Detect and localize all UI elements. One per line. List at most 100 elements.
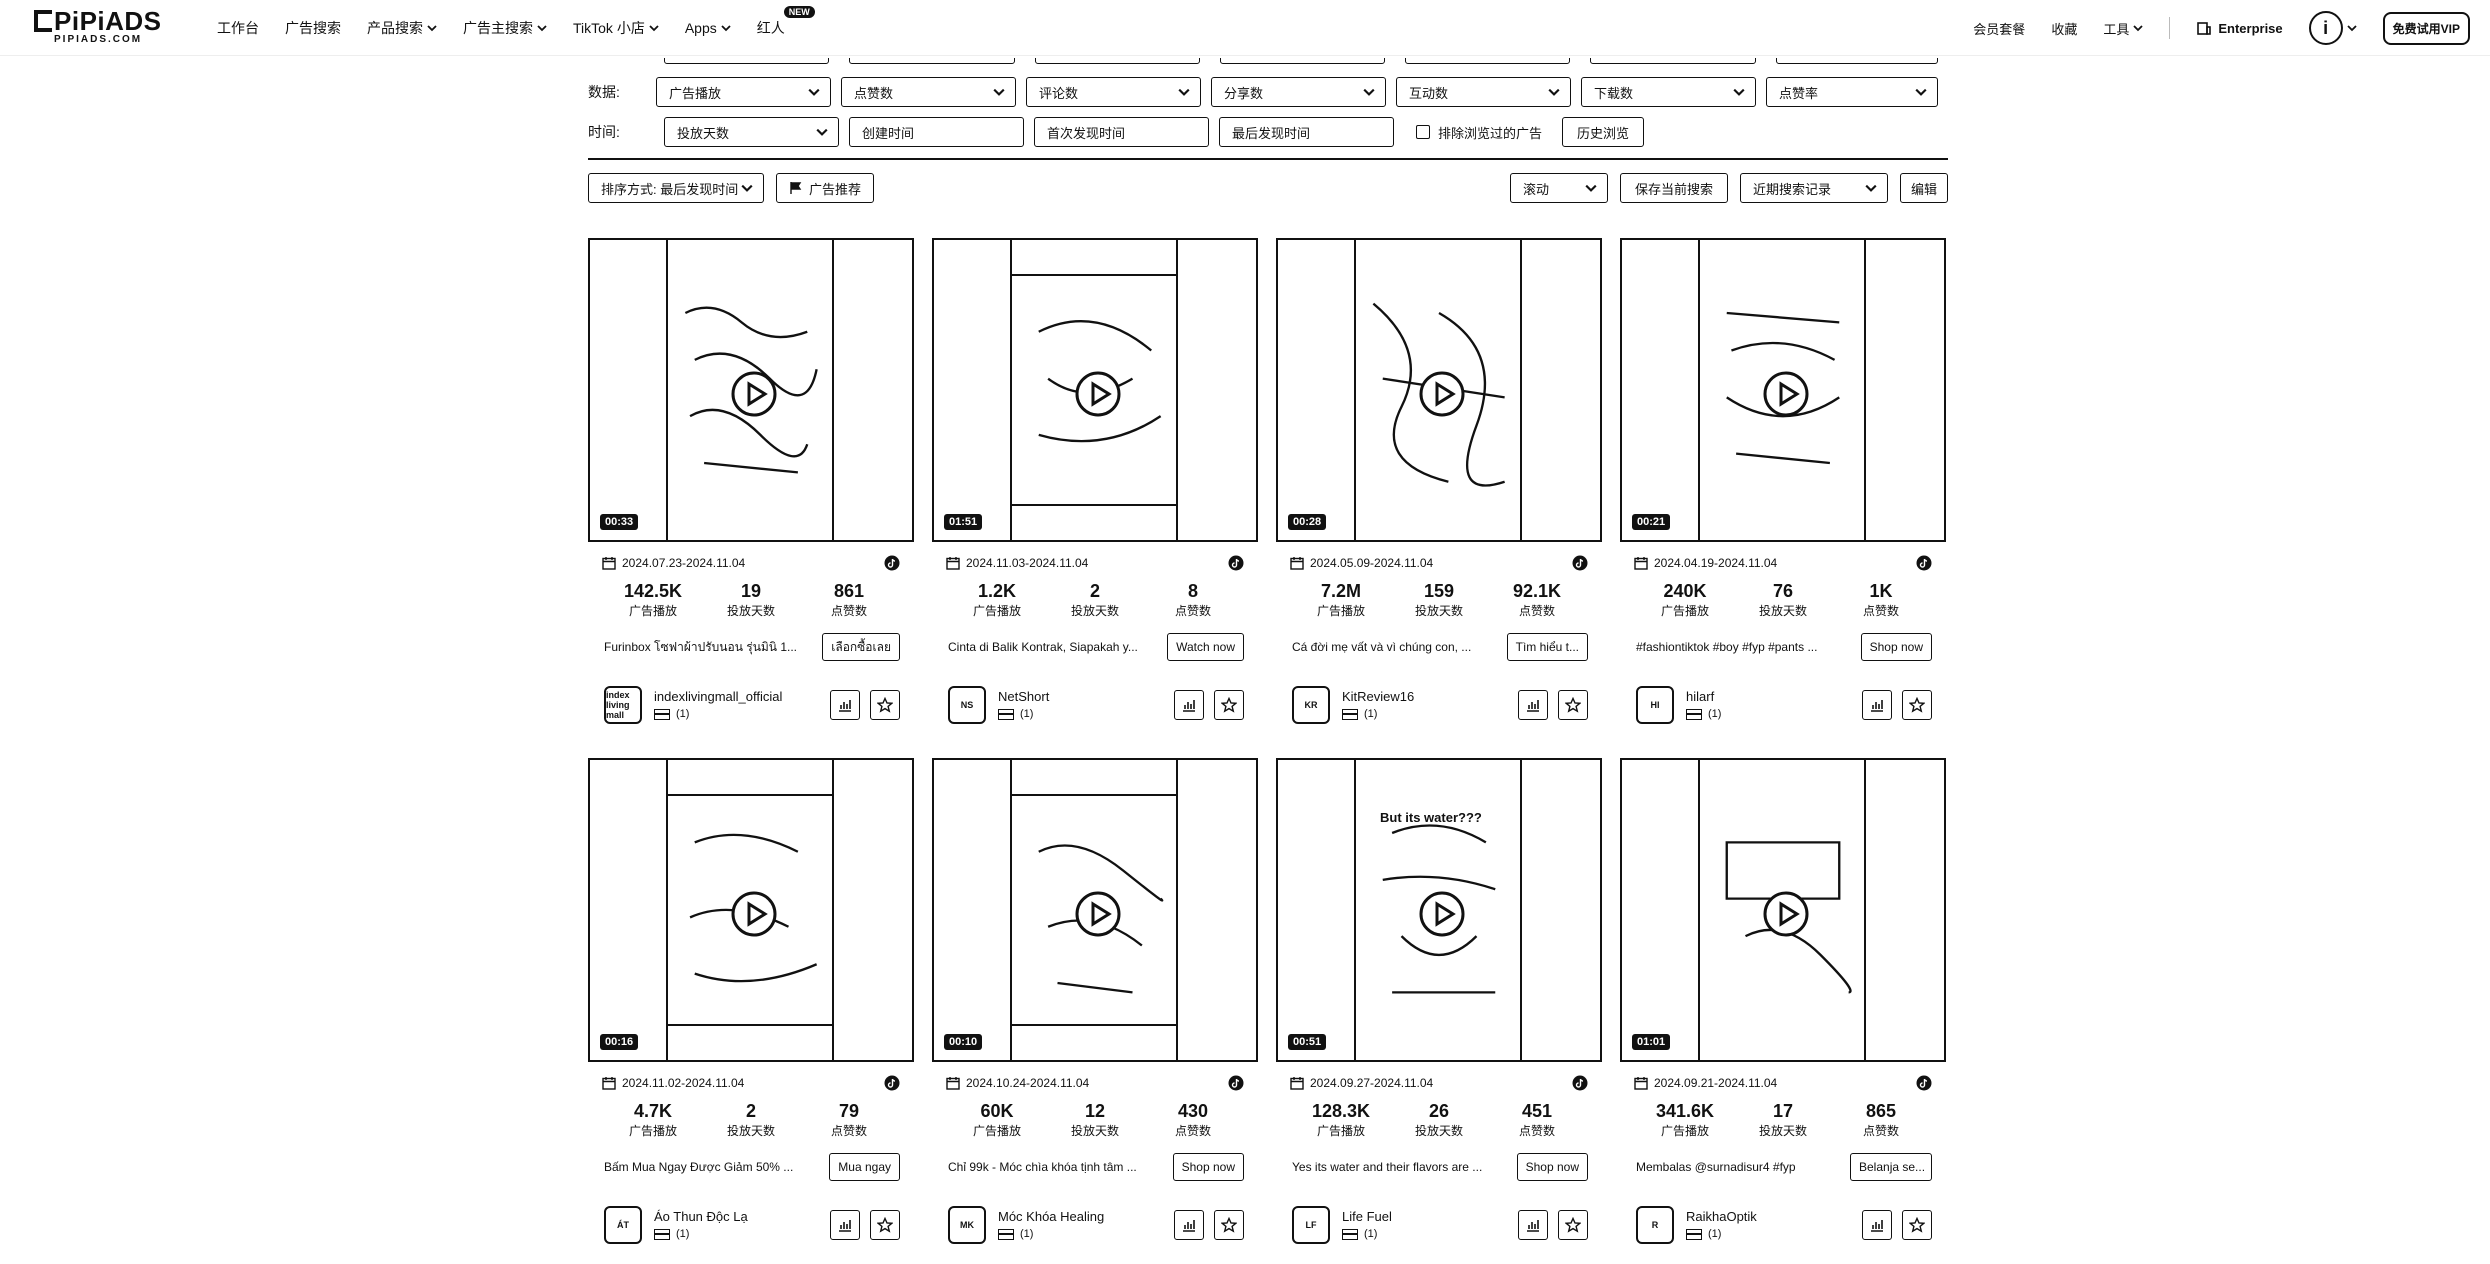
data-metric-select-3[interactable]: 分享数 xyxy=(1211,77,1386,107)
analytics-button[interactable] xyxy=(1518,690,1548,720)
play-icon[interactable] xyxy=(730,890,778,938)
ad-cta-button[interactable]: Mua ngay xyxy=(829,1153,900,1181)
data-metric-select-1[interactable]: 点赞数 xyxy=(841,77,1016,107)
chevron-down-icon xyxy=(537,25,547,32)
ad-video-thumbnail[interactable]: 00:21 xyxy=(1620,238,1946,542)
play-icon[interactable] xyxy=(1074,370,1122,418)
history-browse-button[interactable]: 历史浏览 xyxy=(1562,117,1645,147)
advertiser-name[interactable]: indexlivingmall_official xyxy=(654,688,782,706)
advertiser-name[interactable]: Áo Thun Độc Lạ xyxy=(654,1208,748,1226)
data-metric-select-4[interactable]: 互动数 xyxy=(1396,77,1571,107)
ad-cta-button[interactable]: Shop now xyxy=(1516,1153,1588,1181)
edit-button[interactable]: 编辑 xyxy=(1899,173,1948,203)
favorite-button[interactable] xyxy=(1902,690,1932,720)
advertiser-name[interactable]: RaikhaOptik xyxy=(1686,1208,1757,1226)
favorite-button[interactable] xyxy=(1214,1210,1244,1240)
ad-card[interactable]: 00:21 2024.04.19-2024.11.04 240K 广告播放 76 投放天数… xyxy=(1620,238,1946,744)
play-icon[interactable] xyxy=(1074,890,1122,938)
ad-cta-button[interactable]: Shop now xyxy=(1860,633,1932,661)
analytics-button[interactable] xyxy=(1862,1210,1892,1240)
advertiser-name[interactable]: Móc Khóa Healing xyxy=(998,1208,1104,1226)
data-metric-select-2[interactable]: 评论数 xyxy=(1026,77,1201,107)
data-metric-select-5[interactable]: 下载数 xyxy=(1581,77,1756,107)
advertiser-avatar[interactable]: ÁT xyxy=(604,1206,642,1244)
play-icon[interactable] xyxy=(1762,370,1810,418)
ad-video-thumbnail[interactable]: 00:28 xyxy=(1276,238,1602,542)
ad-video-thumbnail[interactable]: 00:33 xyxy=(588,238,914,542)
nav-item-5[interactable]: Apps xyxy=(685,20,731,36)
last-seen-time-input[interactable]: 最后发现时间 xyxy=(1219,117,1394,147)
ad-video-thumbnail[interactable]: 01:51 xyxy=(932,238,1258,542)
ad-card[interactable]: 01:51 2024.11.03-2024.11.04 1.2K 广告播放 2 投放天数 8… xyxy=(932,238,1258,744)
advertiser-name[interactable]: KitReview16 xyxy=(1342,688,1414,706)
nav-plans[interactable]: 会员套餐 xyxy=(1973,19,2025,38)
first-seen-time-input[interactable]: 首次发现时间 xyxy=(1034,117,1209,147)
stat-days: 12 投放天数 xyxy=(1046,1100,1144,1140)
ad-card[interactable]: 00:33 2024.07.23-2024.11.04 142.5K 广告播放 19 投放… xyxy=(588,238,914,744)
analytics-button[interactable] xyxy=(1174,690,1204,720)
advertiser-avatar[interactable]: HI xyxy=(1636,686,1674,724)
ad-recommend-button[interactable]: 广告推荐 xyxy=(776,173,875,203)
ad-video-thumbnail[interactable]: 00:10 xyxy=(932,758,1258,1062)
ad-cta-button[interactable]: เลือกซื้อเลย xyxy=(822,633,900,661)
nav-item-3[interactable]: 广告主搜索 xyxy=(463,18,547,38)
favorite-button[interactable] xyxy=(1558,1210,1588,1240)
nav-item-1[interactable]: 广告搜索 xyxy=(285,18,341,38)
nav-tools[interactable]: 工具 xyxy=(2103,19,2143,38)
advertiser-avatar[interactable]: NS xyxy=(948,686,986,724)
created-time-input[interactable]: 创建时间 xyxy=(849,117,1024,147)
favorite-button[interactable] xyxy=(870,690,900,720)
favorite-button[interactable] xyxy=(870,1210,900,1240)
pipiads-logo[interactable]: PiPiADS PIPIADS.COM xyxy=(34,8,174,48)
play-icon[interactable] xyxy=(1418,890,1466,938)
nav-favorites[interactable]: 收藏 xyxy=(2051,19,2077,38)
scroll-mode-select[interactable]: 滚动 xyxy=(1509,173,1608,203)
advertiser-avatar[interactable]: R xyxy=(1636,1206,1674,1244)
ad-video-thumbnail[interactable]: 00:16 xyxy=(588,758,914,1062)
sort-select[interactable]: 排序方式: 最后发现时间 xyxy=(588,173,764,203)
ad-video-thumbnail[interactable]: But its water??? 00:51 xyxy=(1276,758,1602,1062)
nav-item-2[interactable]: 产品搜索 xyxy=(367,18,437,38)
ad-cta-button[interactable]: Shop now xyxy=(1172,1153,1244,1181)
advertiser-name[interactable]: NetShort xyxy=(998,688,1049,706)
nav-item-6[interactable]: 红人 NEW xyxy=(757,6,815,38)
analytics-button[interactable] xyxy=(1174,1210,1204,1240)
analytics-button[interactable] xyxy=(830,1210,860,1240)
ad-card[interactable]: 00:10 2024.10.24-2024.11.04 60K 广告播放 12 投放天数 4… xyxy=(932,758,1258,1264)
ad-cta-button[interactable]: Watch now xyxy=(1167,633,1244,661)
advertiser-avatar[interactable]: KR xyxy=(1292,686,1330,724)
favorite-button[interactable] xyxy=(1558,690,1588,720)
user-menu[interactable]: i xyxy=(2308,11,2357,45)
advertiser-avatar[interactable]: LF xyxy=(1292,1206,1330,1244)
favorite-button[interactable] xyxy=(1214,690,1244,720)
save-search-button[interactable]: 保存当前搜索 xyxy=(1619,173,1728,203)
data-metric-select-0[interactable]: 广告播放 xyxy=(656,77,831,107)
analytics-button[interactable] xyxy=(1518,1210,1548,1240)
free-trial-vip-button[interactable]: 免费试用VIP xyxy=(2382,11,2470,45)
play-icon[interactable] xyxy=(730,370,778,418)
analytics-button[interactable] xyxy=(830,690,860,720)
ad-card[interactable]: 00:28 2024.05.09-2024.11.04 7.2M 广告播放 159 投放天… xyxy=(1276,238,1602,744)
analytics-button[interactable] xyxy=(1862,690,1892,720)
advertiser-name[interactable]: hilarf xyxy=(1686,688,1721,706)
exclude-viewed-checkbox[interactable]: 排除浏览过的广告 xyxy=(1416,123,1542,142)
play-icon[interactable] xyxy=(1418,370,1466,418)
time-select-days[interactable]: 投放天数 xyxy=(664,117,839,147)
ad-card[interactable]: 01:01 2024.09.21-2024.11.04 341.6K 广告播放 17 投放… xyxy=(1620,758,1946,1264)
video-duration: 00:16 xyxy=(600,1034,639,1050)
ad-card[interactable]: 00:16 2024.11.02-2024.11.04 4.7K 广告播放 2 投放天数 7… xyxy=(588,758,914,1264)
advertiser-avatar[interactable]: MK xyxy=(948,1206,986,1244)
nav-item-0[interactable]: 工作台 xyxy=(217,18,259,38)
ad-cta-button[interactable]: Tìm hiểu t... xyxy=(1506,633,1588,661)
favorite-button[interactable] xyxy=(1902,1210,1932,1240)
ad-cta-button[interactable]: Belanja se... xyxy=(1850,1153,1932,1181)
data-metric-select-6[interactable]: 点赞率 xyxy=(1766,77,1938,107)
recent-searches-select[interactable]: 近期搜索记录 xyxy=(1739,173,1888,203)
ad-card[interactable]: But its water??? 00:51 2024.09.27-2024.11.… xyxy=(1276,758,1602,1264)
advertiser-name[interactable]: Life Fuel xyxy=(1342,1208,1392,1226)
nav-item-4[interactable]: TikTok 小店 xyxy=(573,18,659,38)
ad-video-thumbnail[interactable]: 01:01 xyxy=(1620,758,1946,1062)
nav-enterprise[interactable]: Enterprise xyxy=(2196,20,2283,36)
play-icon[interactable] xyxy=(1762,890,1810,938)
advertiser-avatar[interactable]: index living mall xyxy=(604,686,642,724)
